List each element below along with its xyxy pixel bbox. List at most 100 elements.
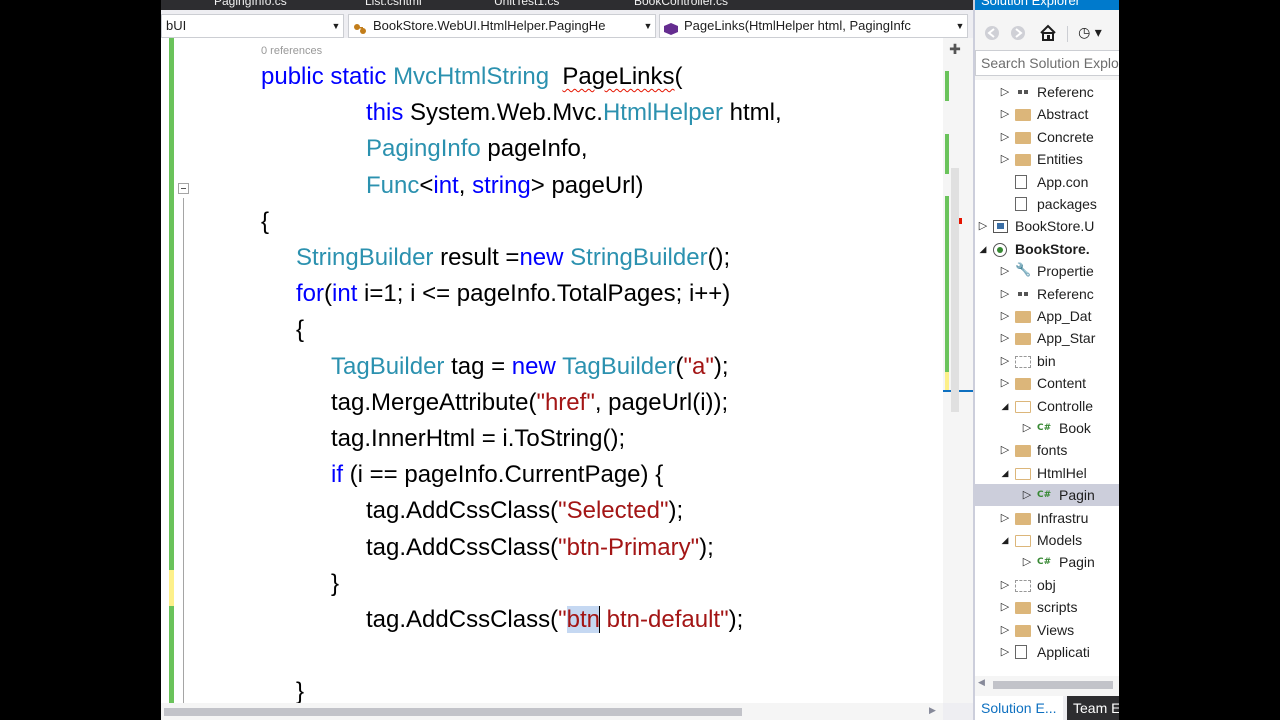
tree-item-label: Concrete [1037, 128, 1094, 145]
expand-arrow-icon[interactable]: ▷ [1021, 484, 1033, 506]
code-line: TagBuilder tag = new TagBuilder("a"); [331, 352, 729, 382]
expand-arrow-icon[interactable]: ▷ [999, 283, 1011, 305]
tree-item[interactable]: ▷ BookStore.U [975, 215, 1119, 237]
overview-change-mark [945, 134, 949, 174]
tree-item[interactable]: ◢ Models [975, 529, 1119, 551]
forward-icon[interactable] [1007, 22, 1029, 44]
tree-item-label: App_Star [1037, 330, 1096, 347]
tab-solution-explorer[interactable]: Solution E... [975, 696, 1063, 720]
tree-item[interactable]: ▷ Referenc [975, 283, 1119, 305]
code-editor[interactable]: 0 references public static MvcHtmlString… [161, 38, 943, 703]
tree-item[interactable]: ▷ Applicati [975, 641, 1119, 663]
expand-arrow-icon[interactable]: ▷ [999, 372, 1011, 394]
expand-arrow-icon[interactable]: ▷ [999, 260, 1011, 282]
web-project-icon [993, 242, 1007, 257]
expand-arrow-icon[interactable]: ▷ [999, 148, 1011, 170]
tree-item-label: Infrastru [1037, 509, 1089, 526]
folder-icon [1015, 311, 1031, 323]
back-icon[interactable] [981, 22, 1003, 44]
tree-item[interactable]: ▷ Infrastru [975, 507, 1119, 529]
tree-item[interactable]: ▷ scripts [975, 596, 1119, 618]
home-icon[interactable] [1037, 22, 1059, 44]
collapse-arrow-icon[interactable]: ◢ [999, 395, 1011, 417]
expand-arrow-icon[interactable]: ▷ [999, 81, 1011, 103]
tree-item[interactable]: ▷ C# Book [975, 417, 1119, 439]
code-token: tag.AddCssClass( [366, 497, 559, 525]
pending-changes-filter-icon[interactable]: ◷ ▾ [1075, 22, 1105, 44]
editor-vertical-scrollbar[interactable] [943, 38, 973, 703]
tab-list-cshtml[interactable]: List.cshtml [365, 0, 422, 8]
string-token: btn-default" [599, 606, 729, 633]
open-folder-icon [1015, 467, 1031, 480]
scroll-right-icon[interactable]: ▶ [929, 706, 936, 716]
solution-tree: ▷ Referenc ▷ Abstract ▷ Concrete ▷ Entities App.… [975, 80, 1119, 676]
expand-arrow-icon[interactable]: ▷ [999, 103, 1011, 125]
tab-team-explorer[interactable]: Team E [1067, 696, 1119, 720]
tree-item[interactable]: ◢ HtmlHel [975, 462, 1119, 484]
tree-item[interactable]: ◢ Controlle [975, 395, 1119, 417]
tree-item[interactable]: ▷ Referenc [975, 81, 1119, 103]
code-token: result = [433, 244, 520, 271]
tree-item[interactable]: ▷ fonts [975, 439, 1119, 461]
expand-arrow-icon[interactable]: ▷ [999, 619, 1011, 641]
code-token: ); [668, 497, 684, 525]
csharp-file-icon: C# [1037, 423, 1052, 433]
visual-studio-window: PagingInfo.cs List.cshtml UnitTest1.cs B… [161, 0, 1119, 720]
code-line: if (i == pageInfo.CurrentPage) { [331, 460, 663, 490]
expand-arrow-icon[interactable]: ▷ [999, 439, 1011, 461]
tree-item-label: Entities [1037, 151, 1083, 168]
scroll-thumb[interactable] [164, 708, 742, 716]
expand-arrow-icon[interactable]: ▷ [1021, 551, 1033, 573]
editor-horizontal-scrollbar[interactable]: ▶ [161, 703, 943, 720]
tree-item[interactable]: ▷ Concrete [975, 126, 1119, 148]
project-dropdown[interactable]: bUI ▼ [161, 14, 344, 38]
tab-unittest1[interactable]: UnitTest1.cs [494, 0, 559, 8]
config-file-icon [1015, 174, 1027, 189]
tree-item[interactable]: ▷ bin [975, 350, 1119, 372]
tree-item[interactable]: ▷ Views [975, 619, 1119, 641]
code-token: System.Web.Mvc. [403, 99, 603, 127]
tab-bookcontroller[interactable]: BookController.cs [634, 0, 728, 8]
scroll-thumb[interactable] [951, 168, 959, 412]
tree-item[interactable]: ▷ 🔧 Propertie [975, 260, 1119, 282]
expand-arrow-icon[interactable]: ▷ [999, 574, 1011, 596]
collapse-arrow-icon[interactable]: ◢ [977, 238, 989, 260]
expand-arrow-icon[interactable]: ▷ [999, 327, 1011, 349]
tree-horizontal-scrollbar[interactable]: ◀ [975, 676, 1119, 694]
tree-item[interactable]: ▷ App_Star [975, 327, 1119, 349]
tree-item[interactable]: ▷ Abstract [975, 103, 1119, 125]
tree-item[interactable]: App.con [975, 171, 1119, 193]
tree-item[interactable]: ▷ Entities [975, 148, 1119, 170]
expand-arrow-icon[interactable]: ▷ [999, 641, 1011, 663]
member-dropdown[interactable]: PageLinks(HtmlHelper html, PagingInfc ▼ [659, 14, 968, 38]
collapse-icon[interactable] [178, 183, 189, 194]
code-line: PagingInfo pageInfo, [366, 134, 588, 164]
tree-item[interactable]: ◢ BookStore. [975, 238, 1119, 260]
tab-paginginfo[interactable]: PagingInfo.cs [214, 0, 287, 8]
tree-item[interactable]: packages [975, 193, 1119, 215]
split-window-icon[interactable]: ✚ [948, 43, 962, 57]
code-token: } [296, 678, 305, 703]
expand-arrow-icon[interactable]: ▷ [999, 305, 1011, 327]
tree-item[interactable]: ▷ C# Pagin [975, 551, 1119, 573]
collapse-arrow-icon[interactable]: ◢ [999, 462, 1011, 484]
expand-arrow-icon[interactable]: ▷ [999, 126, 1011, 148]
code-token: < [419, 171, 434, 199]
tree-item[interactable]: ▷ Content [975, 372, 1119, 394]
tree-item[interactable]: ▷ C# Pagin [975, 484, 1119, 507]
expand-arrow-icon[interactable]: ▷ [999, 596, 1011, 618]
class-dropdown[interactable]: BookStore.WebUI.HtmlHelper.PagingHe ▼ [348, 14, 656, 38]
navigation-bar: bUI ▼ BookStore.WebUI.HtmlHelper.PagingH… [161, 13, 973, 38]
expand-arrow-icon[interactable]: ▷ [1021, 417, 1033, 439]
collapse-arrow-icon[interactable]: ◢ [999, 529, 1011, 551]
codelens-references[interactable]: 0 references [261, 45, 322, 57]
search-solution-explorer-input[interactable]: Search Solution Explo [975, 50, 1119, 76]
scroll-thumb[interactable] [993, 681, 1113, 689]
expand-arrow-icon[interactable]: ▷ [999, 507, 1011, 529]
tree-item[interactable]: ▷ App_Dat [975, 305, 1119, 327]
folder-icon [1015, 624, 1031, 637]
expand-arrow-icon[interactable]: ▷ [977, 215, 989, 237]
tree-item[interactable]: ▷ obj [975, 574, 1119, 596]
scroll-left-icon[interactable]: ◀ [978, 678, 985, 688]
expand-arrow-icon[interactable]: ▷ [999, 350, 1011, 372]
